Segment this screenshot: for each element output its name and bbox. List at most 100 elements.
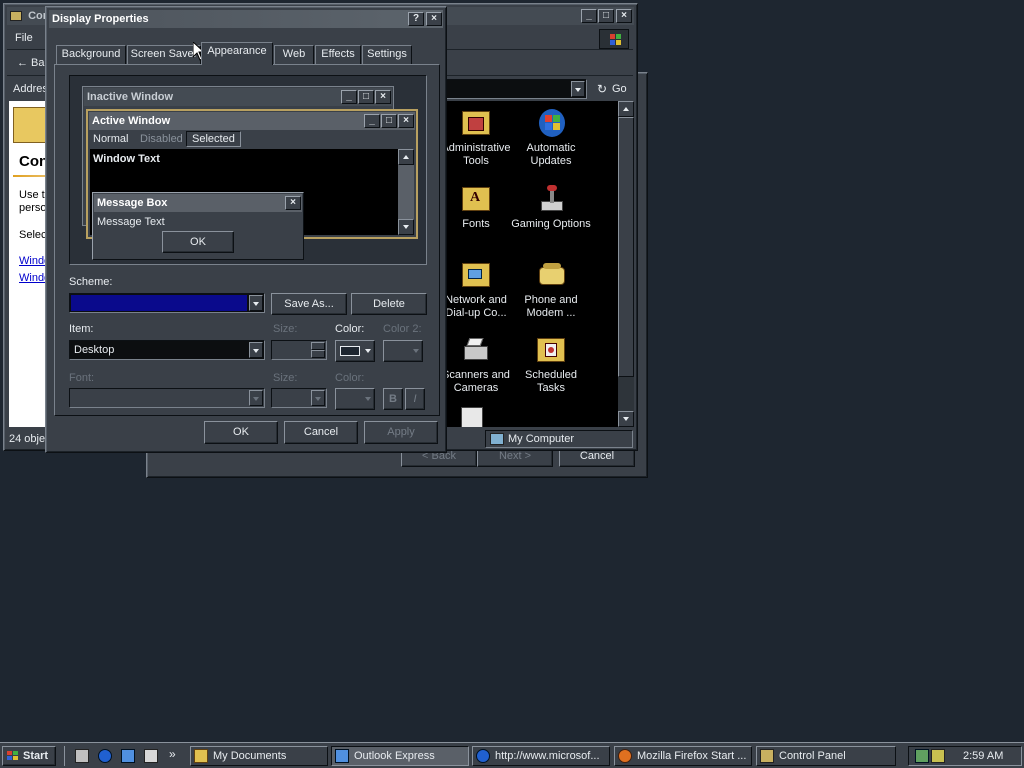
preview-menu-selected: Selected <box>186 131 241 147</box>
font-select[interactable] <box>69 388 265 408</box>
preview-scrollbar <box>398 149 414 235</box>
preview-active-max: □ <box>381 114 397 128</box>
preview-scroll-up <box>398 149 414 165</box>
quick-launch: » <box>64 746 188 766</box>
color2-picker-button[interactable] <box>383 340 423 362</box>
gaming-options-icon <box>535 183 567 215</box>
icon-scanners-cameras[interactable]: Scanners and Cameras <box>436 334 516 395</box>
icon-label: Gaming Options <box>511 218 591 230</box>
color-swatch <box>340 346 360 356</box>
font-color-dropdown-icon <box>365 397 371 401</box>
preview-scroll-track <box>398 165 414 219</box>
taskbar-item-firefox[interactable]: Mozilla Firefox Start ... <box>614 746 752 766</box>
save-as-button[interactable]: Save As... <box>271 293 347 315</box>
icon-scheduled-tasks[interactable]: Scheduled Tasks <box>511 334 591 395</box>
tab-web[interactable]: Web <box>274 45 314 64</box>
status-zone: My Computer <box>508 433 575 445</box>
scheme-select[interactable] <box>69 293 265 313</box>
color-picker-button[interactable] <box>335 340 375 362</box>
size-spinner[interactable] <box>271 340 327 360</box>
italic-button[interactable]: I <box>405 388 425 410</box>
fonts-icon: A <box>460 183 492 215</box>
appearance-tab-page: Inactive Window _ □ × Active Window _ □ … <box>54 64 440 416</box>
size-spin-up[interactable] <box>311 342 325 350</box>
tab-effects[interactable]: Effects <box>315 45 361 64</box>
taskbar-item-my-documents[interactable]: My Documents <box>190 746 328 766</box>
back-arrow-icon[interactable]: ← <box>17 57 28 69</box>
internet-explorer-icon <box>476 749 490 763</box>
icon-administrative-tools[interactable]: Administrative Tools <box>436 107 516 168</box>
scroll-thumb[interactable] <box>618 117 634 377</box>
font-dropdown-arrow[interactable] <box>249 390 263 406</box>
internet-explorer-icon[interactable] <box>98 749 112 763</box>
font-color-label: Color: <box>335 372 365 384</box>
windows-logo-icon <box>599 29 629 49</box>
go-arrow-icon[interactable]: ↻ <box>597 82 607 96</box>
taskbar-item-label: Control Panel <box>779 750 846 762</box>
icon-automatic-updates[interactable]: Automatic Updates <box>511 107 591 168</box>
address-dropdown-arrow[interactable] <box>571 81 585 97</box>
ok-button[interactable]: OK <box>204 421 278 444</box>
preview-active-min: _ <box>364 114 380 128</box>
start-button[interactable]: Start <box>2 746 56 766</box>
cancel-button[interactable]: Cancel <box>284 421 358 444</box>
automatic-updates-icon <box>535 107 567 139</box>
show-desktop-icon[interactable] <box>75 749 89 763</box>
font-color-button[interactable] <box>335 388 375 410</box>
control-panel-large-icon <box>13 107 49 143</box>
color-dropdown-icon <box>365 349 371 353</box>
icon-gaming-options[interactable]: Gaming Options <box>511 183 591 231</box>
windows-flag-icon <box>7 751 19 761</box>
display-tray-icon[interactable] <box>931 749 945 763</box>
font-size-select[interactable] <box>271 388 327 408</box>
display-properties-titlebar[interactable]: Display Properties <box>49 10 443 28</box>
display-properties-title: Display Properties <box>52 13 149 25</box>
taskbar-item-label: Mozilla Firefox Start ... <box>637 750 747 762</box>
tab-screen-saver[interactable]: Screen Saver <box>127 45 201 64</box>
minimize-button[interactable]: _ <box>581 9 597 23</box>
close-button[interactable]: × <box>616 9 632 23</box>
scroll-up-arrow[interactable] <box>618 101 634 117</box>
quick-launch-chevron[interactable]: » <box>169 747 176 761</box>
taskbar-item-control-panel[interactable]: Control Panel <box>756 746 896 766</box>
help-button[interactable]: ? <box>408 12 424 26</box>
icon-network-connections[interactable]: Network and Dial-up Co... <box>436 259 516 320</box>
taskbar-item-label: Outlook Express <box>354 750 435 762</box>
preview-msgbox-titlebar: Message Box <box>94 194 302 212</box>
tab-background[interactable]: Background <box>56 45 126 64</box>
maximize-button[interactable]: □ <box>598 9 614 23</box>
outlook-express-icon[interactable] <box>121 749 135 763</box>
font-size-dropdown-arrow[interactable] <box>311 390 325 406</box>
menu-file[interactable]: File <box>15 32 33 44</box>
bold-button[interactable]: B <box>383 388 403 410</box>
icon-label: Network and Dial-up Co... <box>445 294 507 319</box>
item-dropdown-arrow[interactable] <box>249 342 263 358</box>
preview-area: Inactive Window _ □ × Active Window _ □ … <box>69 75 427 265</box>
tab-appearance[interactable]: Appearance <box>201 42 273 65</box>
color-label: Color: <box>335 323 365 335</box>
control-panel-title-icon <box>10 11 22 22</box>
start-label: Start <box>23 750 49 762</box>
clock[interactable]: 2:59 AM <box>963 750 1003 762</box>
tab-settings[interactable]: Settings <box>362 45 412 64</box>
item-select[interactable]: Desktop <box>69 340 265 360</box>
folder-icon <box>194 749 208 763</box>
icon-label: Administrative Tools <box>441 142 511 167</box>
taskbar-item-internet-explorer[interactable]: http://www.microsof... <box>472 746 610 766</box>
taskbar-item-outlook-express[interactable]: Outlook Express <box>331 746 469 766</box>
search-icon[interactable] <box>144 749 158 763</box>
close-button[interactable]: × <box>426 12 442 26</box>
preview-inactive-close: × <box>375 90 391 104</box>
scroll-down-arrow[interactable] <box>618 411 634 427</box>
size-spin-down[interactable] <box>311 350 325 358</box>
preview-msgbox-title: Message Box <box>97 197 168 209</box>
icon-fonts[interactable]: A Fonts <box>436 183 516 231</box>
network-tray-icon[interactable] <box>915 749 929 763</box>
scheme-dropdown-arrow[interactable] <box>249 295 263 311</box>
icon-phone-modem[interactable]: Phone and Modem ... <box>511 259 591 320</box>
taskbar-item-label: My Documents <box>213 750 287 762</box>
icon-list-scrollbar[interactable] <box>618 101 634 427</box>
apply-button[interactable]: Apply <box>364 421 438 444</box>
delete-button[interactable]: Delete <box>351 293 427 315</box>
go-button[interactable]: Go <box>612 83 627 95</box>
